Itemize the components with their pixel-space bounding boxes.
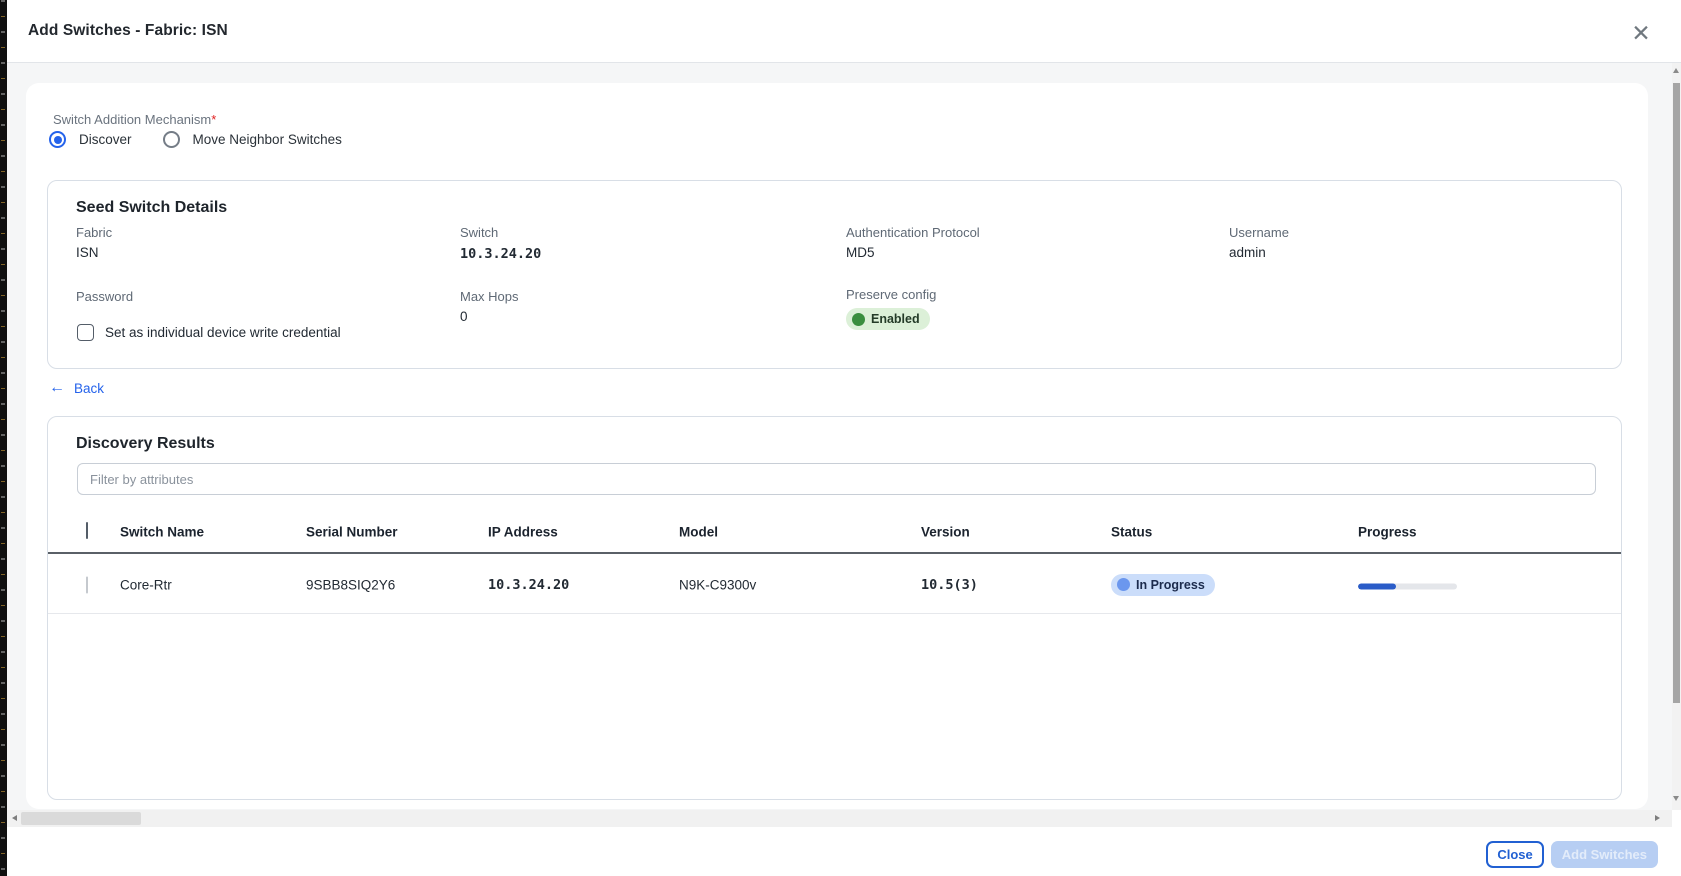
scroll-left-icon[interactable] [12, 815, 17, 821]
preserve-config-field: Preserve config Enabled [846, 287, 936, 331]
row-model: N9K-C9300v [679, 577, 756, 592]
discovery-results-card: Discovery Results Switch Name Serial Num… [47, 416, 1622, 800]
content-panel: Switch Addition Mechanism* Discover Move… [26, 83, 1648, 809]
row-serial-number: 9SBB8SIQ2Y6 [306, 577, 395, 592]
column-switch-name: Switch Name [120, 524, 204, 539]
column-model: Model [679, 524, 718, 539]
write-credential-checkbox[interactable] [77, 324, 94, 341]
table-header-row: Switch Name Serial Number IP Address Mod… [48, 511, 1621, 554]
back-link-label: Back [74, 381, 104, 396]
horizontal-scrollbar-thumb[interactable] [21, 812, 141, 825]
row-status-label: In Progress [1136, 578, 1205, 592]
select-all-checkbox[interactable] [86, 522, 88, 539]
row-version: 10.5(3) [921, 577, 978, 593]
row-switch-name: Core-Rtr [120, 577, 172, 592]
fabric-value: ISN [76, 245, 112, 260]
table-row: Core-Rtr 9SBB8SIQ2Y6 10.3.24.20 N9K-C930… [48, 556, 1621, 614]
switch-value: 10.3.24.20 [460, 246, 541, 262]
column-status: Status [1111, 524, 1152, 539]
column-serial-number: Serial Number [306, 524, 398, 539]
authentication-protocol-value: MD5 [846, 245, 980, 260]
fabric-field: Fabric ISN [76, 225, 112, 260]
radio-move-neighbor-label: Move Neighbor Switches [193, 132, 342, 147]
username-field: Username admin [1229, 225, 1289, 260]
column-ip-address: IP Address [488, 524, 558, 539]
in-progress-dot-icon [1117, 578, 1130, 591]
filter-input[interactable] [77, 463, 1596, 495]
switch-label: Switch [460, 225, 541, 240]
write-credential-label: Set as individual device write credentia… [105, 325, 341, 340]
radio-discover[interactable] [49, 131, 66, 148]
row-checkbox[interactable] [86, 576, 88, 593]
vertical-scrollbar[interactable] [1672, 63, 1681, 810]
row-ip-address: 10.3.24.20 [488, 577, 569, 593]
row-progress-fill [1358, 583, 1396, 589]
max-hops-value: 0 [460, 309, 519, 324]
back-link[interactable]: ← Back [49, 380, 104, 396]
close-button[interactable]: Close [1486, 841, 1543, 868]
scroll-right-icon[interactable] [1655, 815, 1660, 821]
dialog-header: Add Switches - Fabric: ISN ✕ [7, 0, 1681, 63]
horizontal-scrollbar[interactable] [7, 810, 1672, 827]
discovery-card-title: Discovery Results [76, 435, 215, 453]
switch-addition-mechanism-label: Switch Addition Mechanism* [53, 112, 216, 127]
password-field: Password [76, 289, 133, 309]
fabric-label: Fabric [76, 225, 112, 240]
add-switches-dialog: Add Switches - Fabric: ISN ✕ Switch Addi… [7, 0, 1681, 876]
username-label: Username [1229, 225, 1289, 240]
radio-discover-label: Discover [79, 132, 132, 147]
max-hops-field: Max Hops 0 [460, 289, 519, 324]
dialog-body: Switch Addition Mechanism* Discover Move… [7, 63, 1672, 810]
dialog-footer: Close Add Switches [7, 827, 1681, 876]
seed-switch-details-card: Seed Switch Details Fabric ISN Switch 10… [47, 180, 1622, 369]
row-progress-bar [1358, 583, 1457, 589]
scroll-up-icon[interactable] [1673, 68, 1679, 73]
seed-card-title: Seed Switch Details [76, 199, 227, 217]
row-status-badge: In Progress [1111, 574, 1215, 596]
preserve-config-label: Preserve config [846, 287, 936, 302]
switch-field: Switch 10.3.24.20 [460, 225, 541, 262]
dialog-title: Add Switches - Fabric: ISN [28, 22, 228, 40]
column-version: Version [921, 524, 970, 539]
max-hops-label: Max Hops [460, 289, 519, 304]
required-marker: * [211, 112, 216, 127]
column-progress: Progress [1358, 524, 1417, 539]
preserve-config-value: Enabled [871, 312, 920, 326]
authentication-protocol-field: Authentication Protocol MD5 [846, 225, 980, 260]
mechanism-radio-group: Discover Move Neighbor Switches [49, 131, 360, 148]
preserve-config-status-badge: Enabled [846, 308, 930, 330]
scroll-down-icon[interactable] [1673, 796, 1679, 801]
background-page-edge [0, 0, 7, 876]
write-credential-row: Set as individual device write credentia… [77, 324, 341, 341]
username-value: admin [1229, 245, 1289, 260]
enabled-dot-icon [852, 313, 865, 326]
vertical-scrollbar-thumb[interactable] [1673, 83, 1680, 703]
radio-move-neighbor-switches[interactable] [163, 131, 180, 148]
authentication-protocol-label: Authentication Protocol [846, 225, 980, 240]
back-arrow-icon: ← [49, 380, 65, 396]
password-label: Password [76, 289, 133, 304]
add-switches-button[interactable]: Add Switches [1551, 841, 1658, 868]
close-icon[interactable]: ✕ [1625, 17, 1657, 49]
